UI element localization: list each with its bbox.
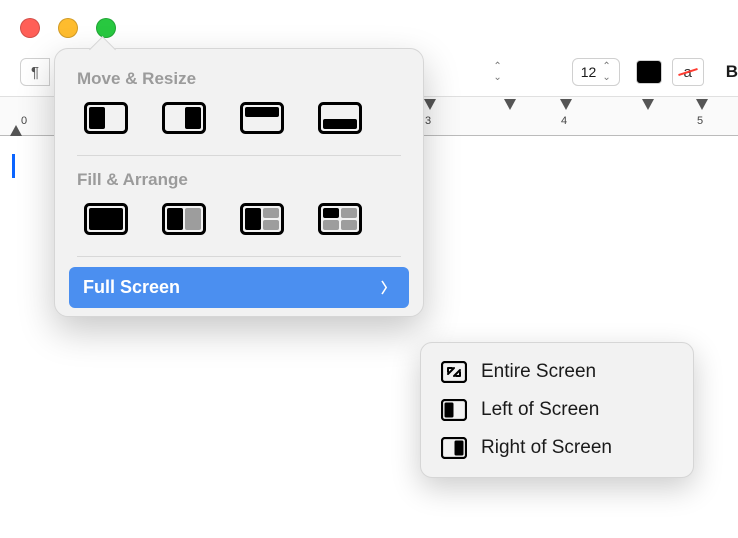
full-screen-item[interactable]: Full Screen 〉 xyxy=(69,267,409,308)
full-screen-label: Full Screen xyxy=(83,277,180,298)
character-style-button[interactable]: a xyxy=(672,58,704,86)
tab-marker-icon[interactable] xyxy=(504,99,516,110)
zoom-button[interactable] xyxy=(96,18,116,38)
ruler-number: 3 xyxy=(425,115,431,127)
tab-marker-icon[interactable] xyxy=(560,99,572,110)
three-up-button[interactable] xyxy=(237,200,287,238)
chevron-right-icon: 〉 xyxy=(381,278,395,298)
move-resize-row xyxy=(65,99,413,149)
font-popup-chevron-icon[interactable]: ⌃⌄ xyxy=(493,61,501,83)
ruler-number: 0 xyxy=(21,115,27,127)
four-grid-button[interactable] xyxy=(315,200,365,238)
tile-top-button[interactable] xyxy=(237,99,287,137)
divider xyxy=(77,155,401,156)
ruler-number: 4 xyxy=(561,115,567,127)
tab-marker-icon[interactable] xyxy=(424,99,436,110)
tab-marker-icon[interactable] xyxy=(642,99,654,110)
tile-left-icon xyxy=(441,399,467,421)
ruler-number: 5 xyxy=(697,115,703,127)
tile-bottom-button[interactable] xyxy=(315,99,365,137)
font-size-value: 12 xyxy=(581,64,597,80)
text-color-swatch[interactable] xyxy=(636,60,662,84)
submenu-label: Left of Screen xyxy=(481,399,599,421)
submenu-label: Right of Screen xyxy=(481,437,612,459)
submenu-label: Entire Screen xyxy=(481,361,596,383)
text-cursor xyxy=(12,154,15,178)
full-screen-submenu: Entire Screen Left of Screen Right of Sc… xyxy=(420,342,694,478)
zoom-popover: Move & Resize Fill & Arrange Full Scr xyxy=(54,48,424,317)
minimize-button[interactable] xyxy=(58,18,78,38)
fill-arrange-row xyxy=(65,200,413,250)
tile-right-button[interactable] xyxy=(159,99,209,137)
tile-left-button[interactable] xyxy=(81,99,131,137)
stepper-chevron-icon: ⌃⌄ xyxy=(602,61,610,83)
tab-marker-icon[interactable] xyxy=(696,99,708,110)
right-of-screen-item[interactable]: Right of Screen xyxy=(427,429,687,467)
fill-screen-button[interactable] xyxy=(81,200,131,238)
section-title-fill: Fill & Arrange xyxy=(65,166,413,200)
font-size-stepper[interactable]: 12 ⌃⌄ xyxy=(572,58,620,86)
fullscreen-arrows-icon xyxy=(441,361,467,383)
bold-button[interactable]: B xyxy=(726,62,738,82)
paragraph-style-button[interactable]: ¶ xyxy=(20,58,50,86)
section-title-move: Move & Resize xyxy=(65,65,413,99)
divider xyxy=(77,256,401,257)
tile-right-icon xyxy=(441,437,467,459)
two-up-button[interactable] xyxy=(159,200,209,238)
left-of-screen-item[interactable]: Left of Screen xyxy=(427,391,687,429)
close-button[interactable] xyxy=(20,18,40,38)
entire-screen-item[interactable]: Entire Screen xyxy=(427,353,687,391)
